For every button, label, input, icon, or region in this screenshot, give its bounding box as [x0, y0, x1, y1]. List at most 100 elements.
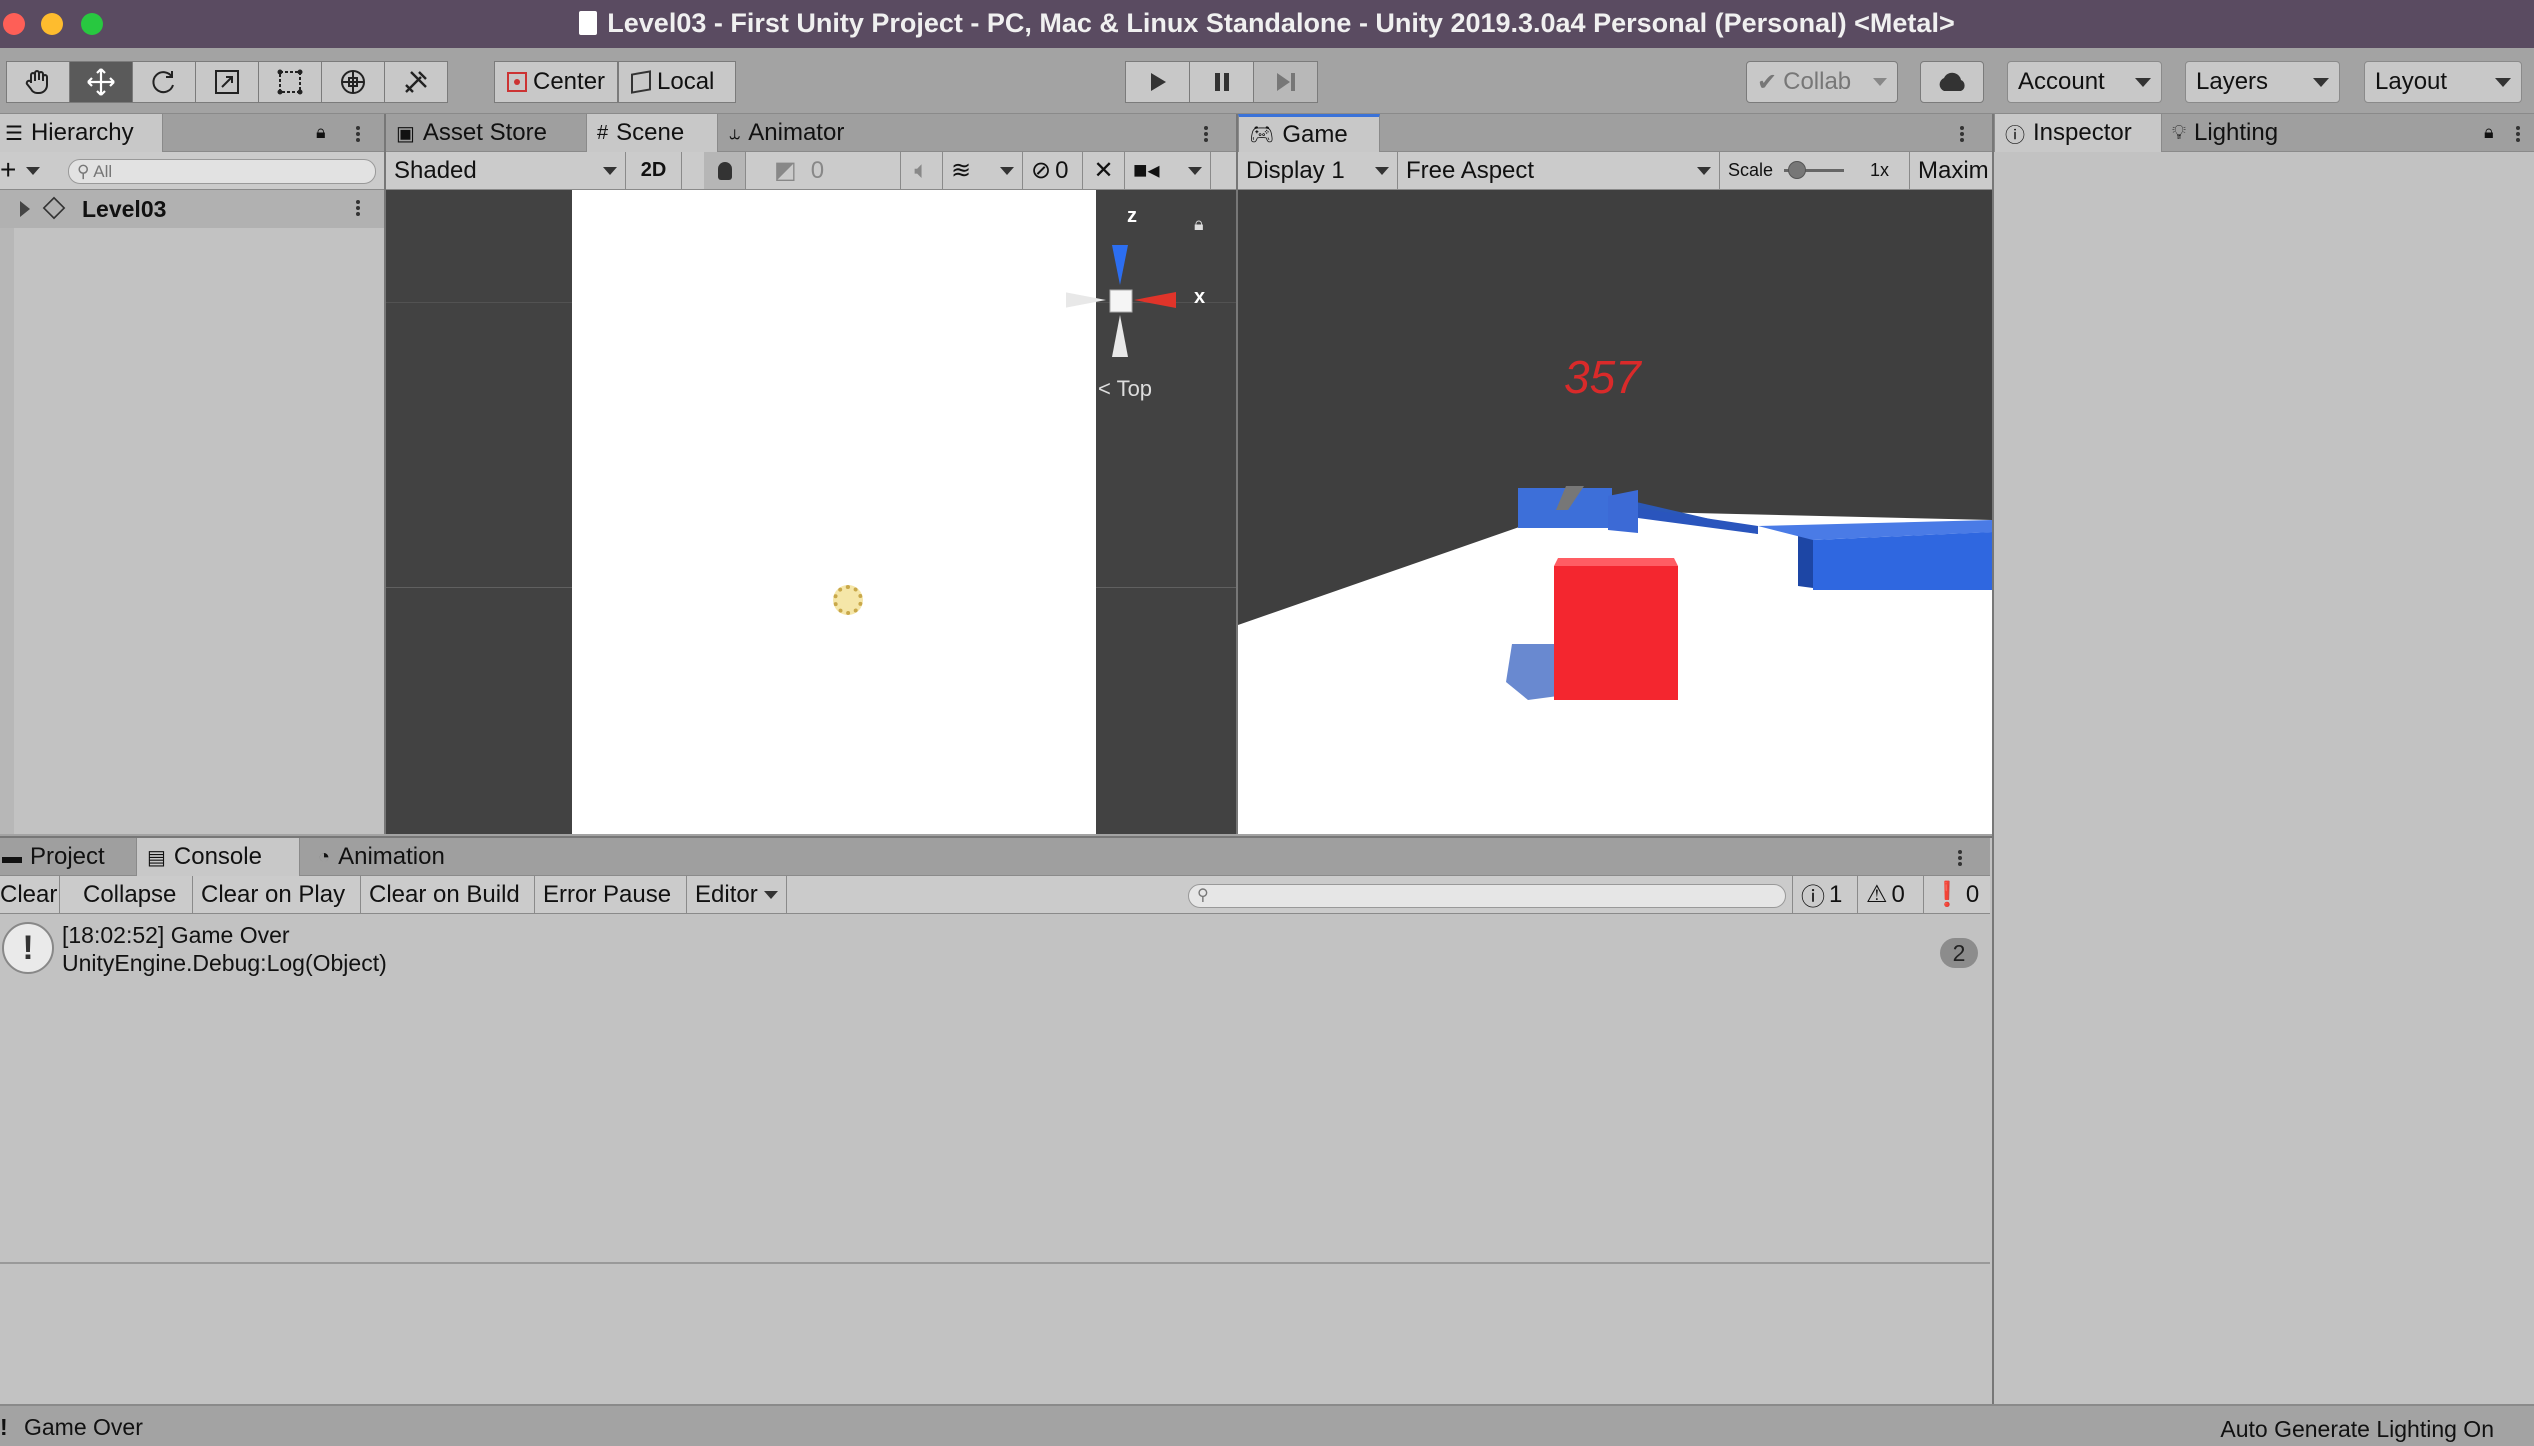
- play-icon: [1150, 73, 1166, 91]
- hidden-objects-toggle[interactable]: ⊘ 0: [1023, 152, 1083, 189]
- 2d-toggle[interactable]: 2D: [626, 152, 682, 189]
- project-tab-label: Project: [30, 843, 105, 870]
- transform-icon: [341, 70, 365, 94]
- status-message[interactable]: Game Over: [24, 1414, 143, 1441]
- lightbulb-icon: [717, 161, 732, 180]
- tab-asset-store[interactable]: ▣ Asset Store: [386, 114, 586, 152]
- scale-icon: [215, 70, 239, 94]
- pause-icon: [1214, 73, 1229, 91]
- gizmo-lock-icon[interactable]: 🔒︎: [1194, 214, 1204, 235]
- game-viewport[interactable]: 357: [1238, 190, 1992, 834]
- check-icon: ✔: [1757, 68, 1778, 96]
- maximize-on-play-toggle[interactable]: Maxim: [1910, 152, 1992, 189]
- speaker-icon: 🔈︎: [914, 156, 929, 184]
- camera-dropdown[interactable]: ■◂: [1125, 152, 1211, 189]
- inspector-tabbar: ⓘ Inspector 💡︎ Lighting 🔒︎: [1994, 114, 2534, 152]
- tab-inspector[interactable]: ⓘ Inspector: [1994, 114, 2162, 152]
- auto-generate-lighting-status[interactable]: Auto Generate Lighting On: [2220, 1416, 2494, 1443]
- tab-project[interactable]: ▬ Project: [0, 838, 134, 876]
- cloud-button[interactable]: [1920, 61, 1984, 103]
- console-menu-icon[interactable]: [1958, 848, 1964, 868]
- audio-fx-field[interactable]: ◩ 0: [766, 152, 901, 189]
- info-icon: ⓘ: [2005, 124, 2025, 147]
- aspect-dropdown[interactable]: Free Aspect: [1398, 152, 1720, 189]
- log-message: [18:02:52] Game Over: [62, 922, 290, 948]
- lighting-toggle[interactable]: [704, 152, 746, 189]
- console-search-field[interactable]: ⚲: [1188, 884, 1786, 908]
- hierarchy-scene-row[interactable]: Level03: [0, 190, 384, 228]
- rect-tool-button[interactable]: [258, 61, 322, 103]
- inspector-menu-icon[interactable]: [2516, 124, 2522, 144]
- tab-game[interactable]: 🎮︎ Game: [1238, 114, 1380, 152]
- lock-icon[interactable]: 🔒︎: [2484, 122, 2494, 143]
- display-dropdown[interactable]: Display 1: [1238, 152, 1398, 189]
- hand-tool-button[interactable]: [6, 61, 70, 103]
- pivot-space-toggle[interactable]: Local: [618, 61, 736, 103]
- audio-toggle[interactable]: 🔈︎: [901, 152, 943, 189]
- error-icon: ❗: [1932, 881, 1962, 908]
- hierarchy-left-strip: [0, 228, 14, 834]
- clear-on-play-toggle[interactable]: Clear on Play: [193, 876, 361, 913]
- directional-light-icon[interactable]: [833, 585, 863, 615]
- game-tab-label: Game: [1282, 120, 1348, 148]
- tab-lighting[interactable]: 💡︎ Lighting: [2162, 114, 2312, 152]
- scale-tool-button[interactable]: [195, 61, 259, 103]
- lock-icon[interactable]: 🔒︎: [316, 122, 326, 143]
- score-counter: 357: [1564, 351, 1641, 403]
- step-button[interactable]: [1253, 61, 1318, 103]
- scene-viewport[interactable]: z x 🔒︎ < Top: [386, 190, 1236, 834]
- move-tool-button[interactable]: [69, 61, 133, 103]
- collab-dropdown[interactable]: ✔ Collab: [1746, 61, 1898, 103]
- view-label[interactable]: < Top: [1098, 376, 1152, 402]
- scene-menu-icon[interactable]: [356, 198, 362, 218]
- view-label-text: Top: [1116, 376, 1153, 401]
- tab-animation[interactable]: ◔ Animation: [308, 838, 478, 876]
- scene-menu-icon[interactable]: [1204, 124, 1210, 144]
- error-filter-toggle[interactable]: ❗ 0: [1924, 876, 1990, 913]
- rotate-tool-button[interactable]: [132, 61, 196, 103]
- layout-dropdown[interactable]: Layout: [2364, 61, 2522, 103]
- log-filter-toggle[interactable]: ⓘ 1: [1792, 876, 1858, 913]
- space-label: Local: [657, 68, 715, 95]
- camera-icon: ■◂: [1133, 157, 1160, 184]
- tab-animator[interactable]: ⥿ Animator: [719, 114, 879, 152]
- pause-button[interactable]: [1189, 61, 1254, 103]
- orientation-gizmo[interactable]: [1066, 205, 1206, 385]
- editor-dropdown[interactable]: Editor: [687, 876, 787, 913]
- effects-dropdown[interactable]: ≋: [943, 152, 1023, 189]
- clear-on-build-toggle[interactable]: Clear on Build: [361, 876, 535, 913]
- expand-triangle-icon[interactable]: [20, 201, 30, 217]
- scale-slider[interactable]: Scale 1x: [1720, 152, 1910, 189]
- warning-filter-toggle[interactable]: ⚠ 0: [1858, 876, 1924, 913]
- clear-button[interactable]: Clear: [0, 876, 60, 913]
- error-pause-toggle[interactable]: Error Pause: [535, 876, 687, 913]
- hierarchy-search-field[interactable]: ⚲ All: [68, 159, 376, 184]
- folder-icon: ▬: [2, 845, 22, 868]
- scale-slider-handle[interactable]: [1788, 161, 1806, 179]
- animation-clock-icon: ◔: [318, 845, 331, 868]
- tab-scene[interactable]: # Scene: [586, 114, 718, 152]
- editor-label: Editor: [695, 880, 758, 908]
- gizmo-tools-button[interactable]: ✕: [1083, 152, 1125, 189]
- tab-hierarchy[interactable]: ☰ Hierarchy: [0, 114, 163, 152]
- play-button[interactable]: [1125, 61, 1190, 103]
- layers-dropdown[interactable]: Layers: [2185, 61, 2340, 103]
- game-menu-icon[interactable]: [1960, 124, 1966, 144]
- chevron-down-icon: [2135, 78, 2151, 87]
- game-toolbar: Display 1 Free Aspect Scale 1x Maxim: [1238, 152, 1992, 190]
- chevron-left-icon: <: [1098, 376, 1117, 401]
- create-dropdown[interactable]: +: [0, 154, 16, 186]
- animator-tab-label: Animator: [748, 119, 845, 146]
- custom-tool-button[interactable]: [384, 61, 448, 103]
- transform-tool-button[interactable]: [321, 61, 385, 103]
- chevron-down-icon: [26, 167, 40, 175]
- hierarchy-menu-icon[interactable]: [356, 124, 362, 144]
- console-log-entry[interactable]: ! [18:02:52] Game Over UnityEngine.Debug…: [0, 918, 1990, 982]
- collapse-toggle[interactable]: Collapse: [75, 876, 193, 913]
- console-detail-divider[interactable]: [0, 1262, 1990, 1264]
- error-count: 0: [1965, 880, 1980, 908]
- tab-console[interactable]: ▤ Console: [136, 838, 300, 876]
- account-dropdown[interactable]: Account: [2007, 61, 2162, 103]
- pivot-center-toggle[interactable]: Center: [494, 61, 618, 103]
- shading-mode-dropdown[interactable]: Shaded: [386, 152, 626, 189]
